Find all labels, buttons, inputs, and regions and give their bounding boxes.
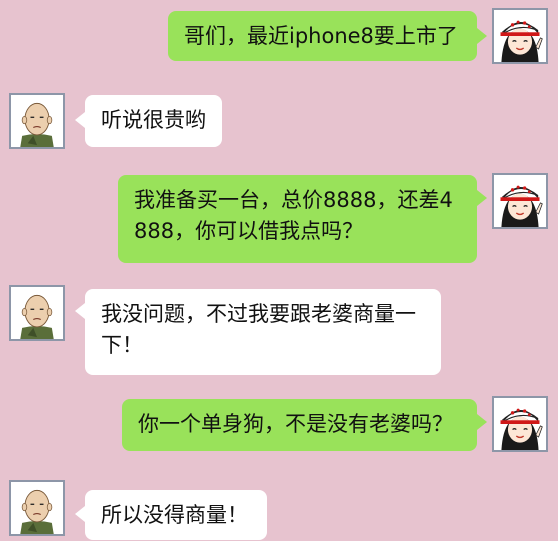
message-line: 我准备买一台，总价8888，还差4 <box>134 188 453 212</box>
bubble-tail <box>75 112 85 128</box>
bald-man-avatar-icon[interactable] <box>9 285 65 341</box>
bubble-tail <box>477 28 487 44</box>
message-line: 下！ <box>101 333 143 357</box>
bubble-tail <box>75 303 85 319</box>
message-line: 我没问题，不过我要跟老婆商量一 <box>101 302 416 326</box>
outgoing-message-bubble[interactable]: 你一个单身狗，不是没有老婆吗？ <box>122 399 477 451</box>
girl-cap-avatar-icon[interactable] <box>492 173 548 229</box>
incoming-message-bubble[interactable]: 我没问题，不过我要跟老婆商量一 下！ <box>85 289 441 375</box>
bubble-tail <box>477 190 487 206</box>
incoming-message-bubble[interactable]: 听说很贵哟 <box>85 95 222 147</box>
bubble-tail <box>75 506 85 522</box>
incoming-message-bubble[interactable]: 所以没得商量！ <box>85 490 267 540</box>
outgoing-message-bubble[interactable]: 哥们，最近iphone8要上市了 <box>168 11 477 61</box>
girl-cap-avatar-icon[interactable] <box>492 8 548 64</box>
bubble-tail <box>477 414 487 430</box>
message-line: 888，你可以借我点吗？ <box>134 219 364 243</box>
outgoing-message-bubble[interactable]: 我准备买一台，总价8888，还差4 888，你可以借我点吗？ <box>118 175 477 263</box>
bald-man-avatar-icon[interactable] <box>9 480 65 536</box>
chat-conversation: 哥们，最近iphone8要上市了 听说很贵哟 我准备买一台，总价8888，还差4… <box>0 0 558 541</box>
bald-man-avatar-icon[interactable] <box>9 93 65 149</box>
girl-cap-avatar-icon[interactable] <box>492 396 548 452</box>
